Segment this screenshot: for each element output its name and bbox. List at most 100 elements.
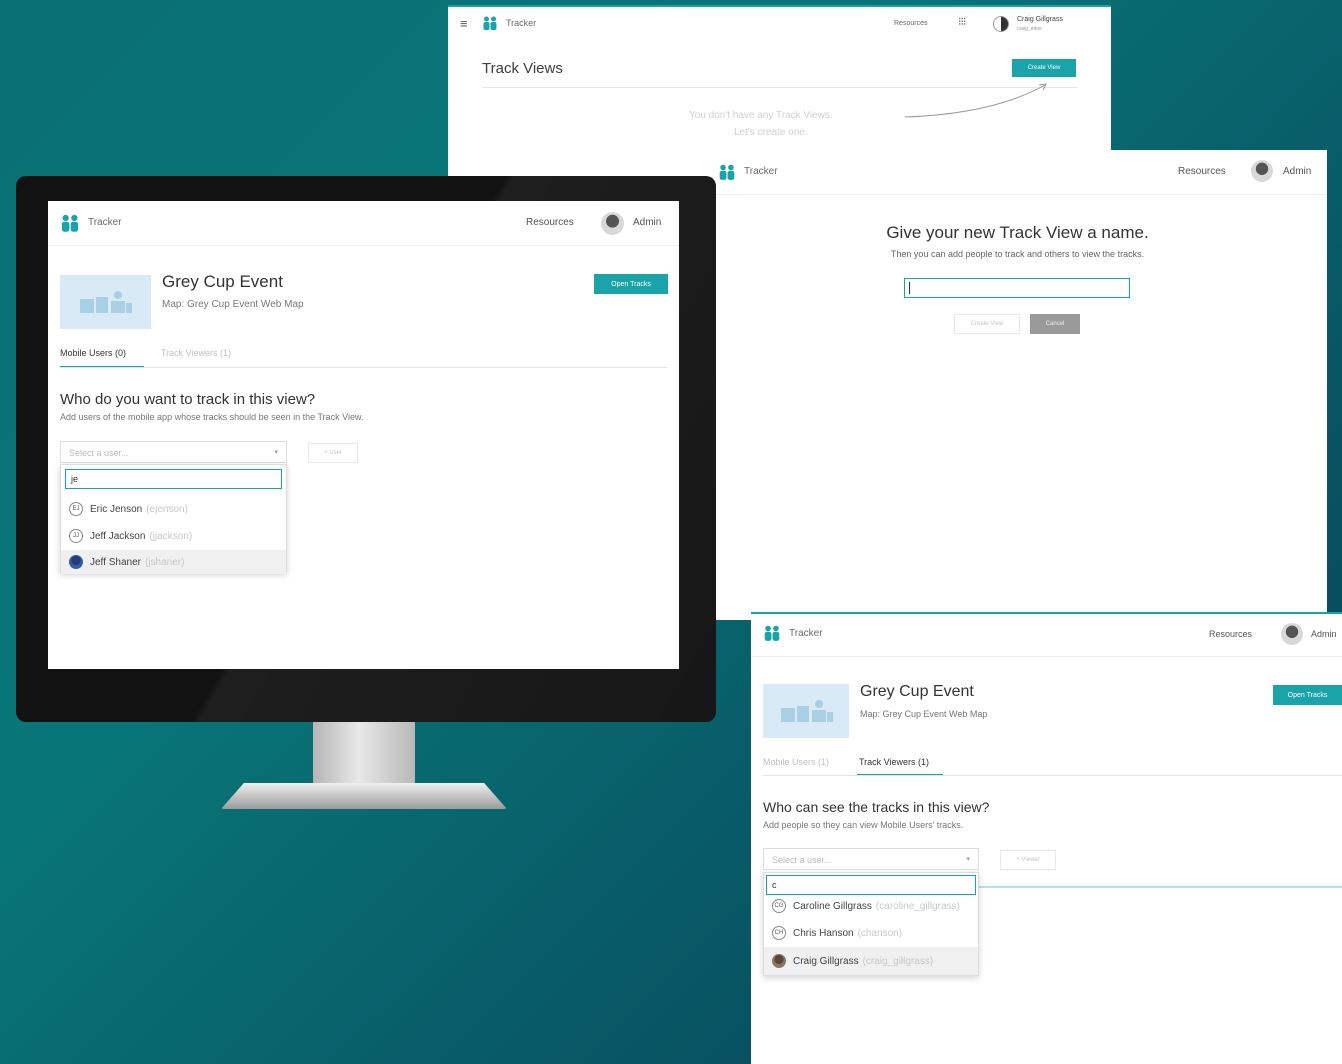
event-title: Grey Cup Event [860, 683, 974, 700]
monitor-base [221, 783, 507, 809]
avatar[interactable] [601, 212, 624, 235]
create-view-button[interactable]: Create View [954, 314, 1020, 334]
initials-badge: CH [772, 926, 786, 940]
admin-label: Admin [633, 217, 662, 228]
option-handle: (ejenson) [146, 503, 188, 515]
app-name: Tracker [88, 217, 122, 228]
section-description: Add users of the mobile app whose tracks… [60, 412, 364, 422]
list-item[interactable]: CH Chris Hanson (chanson) [764, 923, 978, 943]
avatar[interactable] [1251, 160, 1273, 182]
empty-message-line2: Let's create one. [734, 127, 808, 138]
avatar[interactable] [1281, 623, 1303, 645]
tab-mobile-users[interactable]: Mobile Users (1) [763, 757, 829, 767]
app-header: Tracker Resources Admin [48, 201, 679, 245]
user-select[interactable]: Select a user... ▾ [60, 441, 287, 463]
initials-badge: JJ [69, 529, 83, 543]
content-divider [979, 886, 1342, 888]
list-item[interactable]: CG Caroline Gillgrass (caroline_gillgras… [764, 897, 978, 915]
resources-link[interactable]: Resources [1209, 629, 1252, 639]
select-placeholder: Select a user... [772, 855, 832, 865]
option-name: Craig Gillgrass [793, 955, 859, 967]
option-name: Chris Hanson [793, 927, 854, 939]
admin-label: Admin [1311, 629, 1337, 639]
map-label: Map: Grey Cup Event Web Map [860, 709, 988, 719]
resources-link[interactable]: Resources [1178, 166, 1226, 177]
list-item[interactable]: Jeff Shaner (jshaner) [61, 550, 286, 574]
option-handle: (caroline_gillgrass) [875, 900, 960, 912]
add-viewer-button[interactable]: + Viewer [1000, 850, 1056, 870]
track-viewers-window: Tracker Resources Admin Grey Cup Event M… [751, 612, 1342, 1064]
arrow-icon [904, 83, 1047, 118]
resources-link[interactable]: Resources [526, 217, 574, 228]
option-name: Jeff Shaner [90, 556, 141, 568]
new-track-view-window: Tracker Resources Admin Give your new Tr… [708, 150, 1327, 620]
option-name: Eric Jenson [90, 503, 143, 515]
initials-badge: EJ [69, 502, 83, 516]
user-dropdown: je EJ Eric Jenson (ejenson) JJ Jeff Jack… [60, 464, 287, 574]
list-item[interactable]: JJ Jeff Jackson (jjackson) [61, 526, 286, 546]
option-handle: (jshaner) [144, 556, 185, 568]
add-user-button[interactable]: + User [308, 443, 358, 463]
app-name: Tracker [789, 628, 823, 639]
option-name: Jeff Jackson [90, 530, 146, 542]
apps-grid-icon[interactable]: ⁝⁝⁝ [958, 15, 966, 28]
tracker-logo-icon [719, 164, 735, 180]
page-title: Track Views [482, 60, 563, 77]
section-question: Who do you want to track in this view? [60, 391, 316, 408]
list-item[interactable]: EJ Eric Jenson (ejenson) [61, 499, 286, 519]
view-name-input[interactable] [904, 278, 1130, 298]
tab-track-viewers[interactable]: Track Viewers (1) [859, 757, 929, 767]
header-divider [48, 245, 679, 246]
dropdown-search-input[interactable]: je [65, 469, 282, 489]
section-question: Who can see the tracks in this view? [763, 799, 990, 815]
tab-track-viewers[interactable]: Track Viewers (1) [161, 348, 231, 358]
app-header: ≡ Tracker Resources ⁝⁝⁝ Craig Gillgrass … [448, 7, 1111, 41]
option-name: Caroline Gillgrass [793, 900, 872, 912]
map-thumbnail [60, 275, 151, 329]
monitor-neck [313, 722, 415, 786]
header-divider [751, 656, 1342, 657]
option-handle: (jjackson) [149, 530, 193, 542]
header-divider [708, 194, 1327, 195]
cancel-button[interactable]: Cancel [1030, 314, 1080, 334]
resources-link[interactable]: Resources [894, 20, 927, 27]
page-heading: Give your new Track View a name. [886, 223, 1149, 242]
tabs-divider [763, 775, 1342, 776]
user-name: Craig Gillgrass [1017, 16, 1063, 23]
tracker-logo-icon [764, 625, 780, 641]
people-thumbnail-icon [781, 700, 833, 722]
dropdown-search-input[interactable]: c [766, 875, 976, 895]
initials-badge: CG [772, 899, 786, 913]
text-cursor [909, 282, 910, 294]
map-label: Map: Grey Cup Event Web Map [162, 299, 304, 310]
map-thumbnail [763, 684, 849, 738]
section-description: Add people so they can view Mobile Users… [763, 820, 964, 830]
admin-label: Admin [1283, 166, 1312, 177]
app-name: Tracker [744, 166, 778, 177]
avatar[interactable] [993, 16, 1009, 32]
chevron-down-icon: ▾ [274, 449, 278, 456]
viewer-dropdown: c CG Caroline Gillgrass (caroline_gillgr… [763, 872, 979, 976]
open-tracks-button[interactable]: Open Tracks [594, 274, 668, 294]
tab-mobile-users[interactable]: Mobile Users (0) [60, 348, 126, 358]
search-value: je [71, 474, 79, 484]
empty-message-line1: You don't have any Track Views. [689, 110, 833, 121]
user-photo-avatar [69, 555, 83, 569]
user-photo-avatar [772, 954, 786, 968]
open-tracks-button[interactable]: Open Tracks [1273, 685, 1342, 705]
search-value: c [772, 880, 777, 890]
hamburger-menu-icon[interactable]: ≡ [460, 16, 468, 31]
option-handle: (chanson) [857, 927, 903, 939]
tabs-divider [60, 367, 667, 368]
app-name: Tracker [506, 18, 537, 28]
page-subheading: Then you can add people to track and oth… [890, 249, 1145, 259]
list-item[interactable]: Craig Gillgrass (craig_gillgrass) [764, 947, 978, 975]
viewer-select[interactable]: Select a user... ▾ [763, 848, 979, 870]
monitor-screen: Tracker Resources Admin Grey Cup Event M… [48, 201, 679, 669]
app-header: Tracker Resources Admin [751, 614, 1342, 656]
tracker-logo-icon [483, 16, 497, 30]
select-placeholder: Select a user... [69, 448, 129, 458]
people-thumbnail-icon [80, 291, 132, 313]
event-title: Grey Cup Event [162, 272, 283, 291]
create-view-button[interactable]: Create View [1012, 59, 1076, 77]
